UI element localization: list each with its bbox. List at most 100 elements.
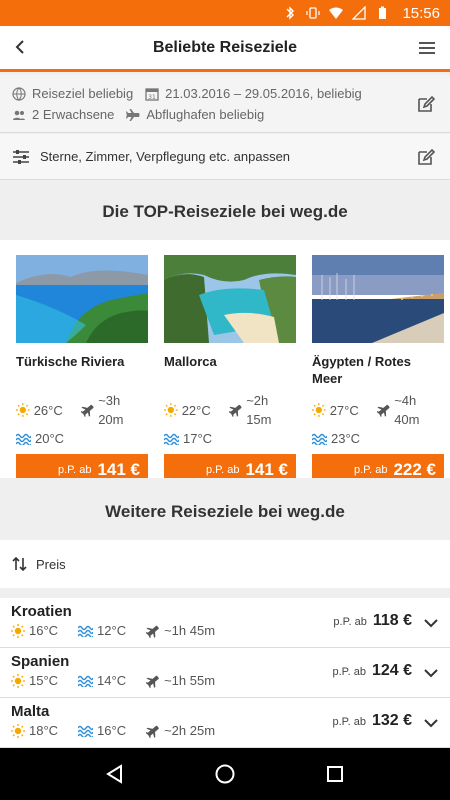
menu-button[interactable] (414, 35, 440, 61)
sun-icon (11, 673, 25, 688)
wifi-icon (329, 7, 344, 19)
dates-label: 21.03.2016 – 29.05.2016, beliebig (165, 86, 362, 101)
system-nav-bar (0, 748, 450, 800)
status-bar: 15:56 (0, 0, 450, 26)
air-temperature: 15°C (29, 673, 59, 688)
flight-duration: ~1h 55m (164, 673, 216, 688)
travelers-summary: 2 Erwachsene (12, 107, 114, 122)
destination-list: Kroatien 16°C 12°C ~1h 45m p.P. ab 118 €… (0, 598, 450, 748)
destination-label: Reiseziel beliebig (32, 86, 134, 101)
price: p.P. ab 132 € (333, 712, 413, 730)
price: p.P. ab 118 € (333, 612, 412, 630)
edit-search-icon[interactable] (416, 94, 436, 114)
destination-name: Mallorca (164, 354, 217, 369)
price-prefix: p.P. ab (58, 464, 92, 476)
water-icon (78, 625, 94, 637)
filter-row[interactable]: Sterne, Zimmer, Verpflegung etc. anpasse… (0, 134, 450, 180)
airport-label: Abflughafen beliebig (146, 107, 265, 122)
destination-card[interactable]: Mallorca 22°C ~2h 15m 17°C p.P. ab 141 € (164, 255, 296, 478)
menu-icon (419, 42, 435, 54)
flight-duration: ~2h 25m (164, 723, 216, 738)
flight-duration: ~3h 20m (98, 393, 124, 427)
price-button[interactable]: p.P. ab 222 € (312, 454, 444, 478)
destination-name: Türkische Riviera (16, 354, 125, 369)
plane-icon (80, 404, 94, 417)
price-value: 132 € (371, 712, 412, 729)
price-prefix: p.P. ab (354, 464, 388, 476)
list-item[interactable]: Spanien 15°C 14°C ~1h 55m p.P. ab 124 € (0, 648, 450, 698)
filter-label: Sterne, Zimmer, Verpflegung etc. anpasse… (40, 149, 291, 164)
list-item[interactable]: Malta 18°C 16°C ~2h 25m p.P. ab 132 € (0, 698, 450, 748)
signal-icon (352, 6, 367, 20)
travelers-label: 2 Erwachsene (32, 107, 115, 122)
water-icon (164, 433, 179, 445)
air-temperature: 26°C (33, 402, 63, 418)
sort-button[interactable]: Preis (0, 540, 450, 588)
price-prefix: p.P. ab (332, 716, 366, 728)
price-button[interactable]: p.P. ab 141 € (16, 454, 148, 478)
price-prefix: p.P. ab (332, 666, 366, 678)
air-temperature: 27°C (329, 402, 359, 418)
battery-icon (379, 6, 387, 19)
back-button[interactable] (8, 34, 34, 60)
list-item[interactable]: Kroatien 16°C 12°C ~1h 45m p.P. ab 118 € (0, 598, 450, 648)
chevron-down-icon[interactable] (422, 614, 440, 632)
top-destinations-carousel[interactable]: Türkische Riviera 26°C ~3h 20m 20°C p.P.… (0, 240, 450, 478)
water-temperature: 14°C (97, 673, 127, 688)
turkish-riviera-photo (16, 255, 148, 343)
search-summary[interactable]: Reiseziel beliebig 31 21.03.2016 – 29.05… (0, 75, 450, 133)
water-icon (312, 433, 327, 445)
water-icon (78, 725, 94, 737)
home-circle-icon[interactable] (214, 763, 236, 785)
air-temperature: 22°C (181, 402, 211, 418)
app-bar: Beliebte Reiseziele (0, 26, 450, 72)
mallorca-photo (164, 255, 296, 343)
chevron-down-icon[interactable] (422, 664, 440, 682)
water-icon (78, 675, 94, 687)
sort-label: Preis (36, 556, 66, 572)
destination-name: Ägypten / Rotes Meer (312, 354, 411, 386)
dates-summary: 31 21.03.2016 – 29.05.2016, beliebig (145, 86, 362, 101)
recents-square-icon[interactable] (324, 763, 346, 785)
destination-card[interactable]: Türkische Riviera 26°C ~3h 20m 20°C p.P.… (16, 255, 148, 478)
plane-icon (228, 404, 242, 417)
water-icon (16, 433, 31, 445)
edit-filter-icon[interactable] (416, 147, 436, 167)
bluetooth-icon (286, 6, 295, 20)
price-prefix: p.P. ab (206, 464, 240, 476)
calendar-icon: 31 (145, 87, 159, 101)
price-button[interactable]: p.P. ab 141 € (164, 454, 296, 478)
destination-summary: Reiseziel beliebig (12, 86, 133, 101)
page-title: Beliebte Reiseziele (152, 38, 298, 56)
sun-icon (16, 403, 30, 417)
plane-icon (146, 625, 159, 638)
back-triangle-icon[interactable] (104, 763, 126, 785)
price: p.P. ab 124 € (333, 662, 413, 680)
sort-icon (12, 556, 27, 572)
price-value: 118 € (372, 612, 412, 629)
flight-duration: ~1h 45m (164, 623, 216, 638)
price-value: 124 € (371, 662, 412, 679)
chevron-down-icon[interactable] (422, 714, 440, 732)
plane-icon (146, 675, 159, 688)
water-temperature: 16°C (97, 723, 127, 738)
air-temperature: 18°C (29, 723, 59, 738)
plane-icon (376, 404, 390, 417)
back-arrow-icon (15, 40, 24, 54)
price-value: 141 € (97, 460, 140, 478)
water-temperature: 12°C (97, 623, 127, 638)
airport-summary: Abflughafen beliebig (126, 107, 264, 122)
top-destinations-heading: Die TOP-Reiseziele bei weg.de (0, 184, 450, 240)
sun-icon (11, 723, 25, 738)
flight-duration: ~4h 40m (394, 393, 420, 427)
sun-icon (312, 403, 326, 417)
air-temperature: 16°C (29, 623, 59, 638)
plane-icon (146, 725, 159, 738)
flight-duration: ~2h 15m (246, 393, 272, 427)
destination-card[interactable]: Ägypten / Rotes Meer 27°C ~4h 40m 23°C p… (312, 255, 444, 478)
people-icon (13, 110, 25, 120)
egypt-red-sea-photo (312, 255, 444, 343)
globe-icon (12, 86, 26, 101)
price-value: 222 € (393, 460, 436, 478)
status-time: 15:56 (402, 4, 440, 22)
